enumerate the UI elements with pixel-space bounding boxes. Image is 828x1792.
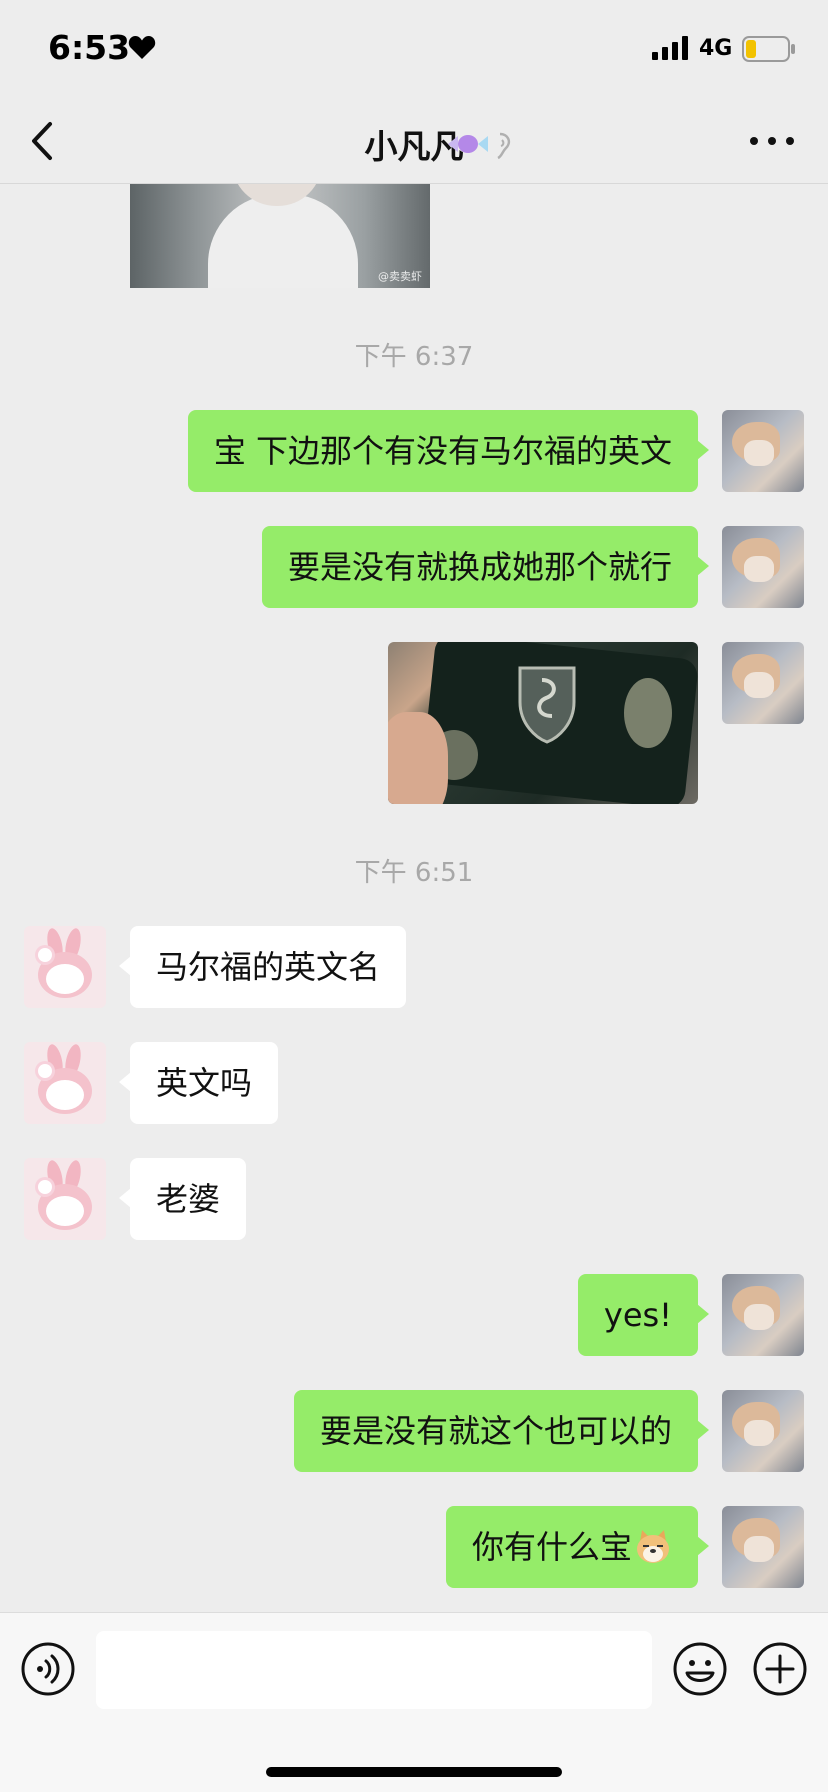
emoji-icon[interactable] [672, 1641, 728, 1697]
my-avatar[interactable] [722, 1390, 804, 1472]
status-bar: 6:53 4G [0, 0, 828, 100]
message-list[interactable]: @卖卖虾 下午 6:37 宝 下边那个有没有马尔福的英文 要是没有就换成她那个就… [0, 184, 828, 1612]
video-thumbnail-subject [208, 194, 358, 288]
input-bar [0, 1612, 828, 1792]
chat-header: 小凡凡 [0, 100, 828, 184]
hand [388, 712, 448, 804]
my-avatar[interactable] [722, 410, 804, 492]
message-bubble-sent[interactable]: 要是没有就换成她那个就行 [261, 526, 710, 608]
doge-emoji-icon [637, 1530, 669, 1563]
message-bubble-received[interactable]: 老婆 [118, 1158, 247, 1240]
contact-avatar[interactable] [24, 1042, 106, 1124]
signal-icon [652, 36, 688, 60]
home-indicator [266, 1767, 562, 1777]
message-bubble-sent[interactable]: 你有什么宝 [445, 1506, 710, 1588]
plus-icon[interactable] [752, 1641, 808, 1697]
video-message[interactable]: @卖卖虾 [130, 184, 430, 288]
message-bubble-received[interactable]: 英文吗 [118, 1042, 279, 1124]
my-avatar[interactable] [722, 526, 804, 608]
message-input[interactable] [96, 1631, 652, 1709]
my-avatar[interactable] [722, 1506, 804, 1588]
my-avatar[interactable] [722, 642, 804, 724]
slytherin-crest-icon [518, 666, 576, 744]
timestamp: 下午 6:51 [354, 858, 474, 888]
heart-icon [128, 36, 156, 59]
my-avatar[interactable] [722, 1274, 804, 1356]
status-time: 6:53 [48, 28, 131, 67]
network-type: 4G [699, 36, 733, 61]
contact-avatar[interactable] [24, 1158, 106, 1240]
timestamp: 下午 6:37 [354, 342, 474, 372]
video-watermark: @卖卖虾 [378, 270, 422, 283]
message-bubble-sent[interactable]: 宝 下边那个有没有马尔福的英文 [187, 410, 710, 492]
voice-icon[interactable] [20, 1641, 76, 1697]
message-bubble-sent[interactable]: 要是没有就这个也可以的 [293, 1390, 710, 1472]
ear-icon [497, 132, 511, 160]
more-icon[interactable] [746, 126, 798, 156]
candy-icon [448, 132, 511, 160]
contact-avatar[interactable] [24, 926, 106, 1008]
message-bubble-received[interactable]: 马尔福的英文名 [118, 926, 407, 1008]
battery-icon [742, 36, 795, 62]
chat-title: 小凡凡 [364, 127, 464, 166]
message-bubble-sent[interactable]: yes! [577, 1274, 710, 1356]
message-text: 你有什么宝 [471, 1528, 632, 1566]
battery-fill [746, 40, 756, 58]
image-message[interactable] [388, 642, 698, 804]
